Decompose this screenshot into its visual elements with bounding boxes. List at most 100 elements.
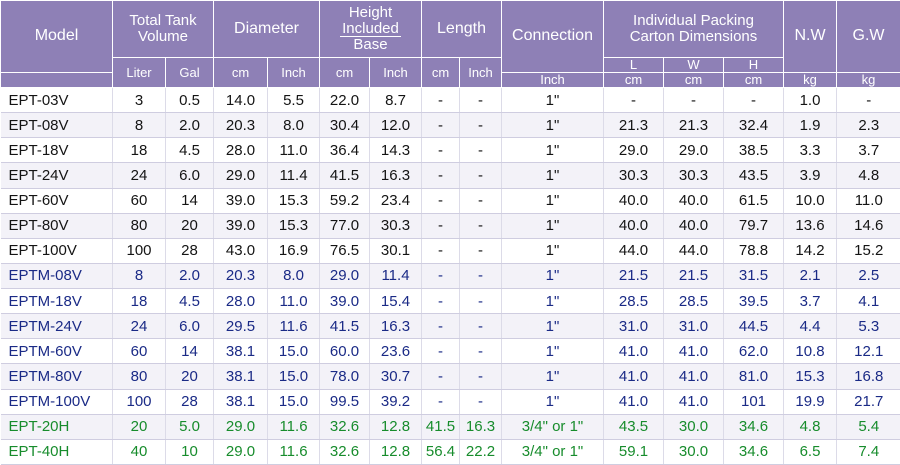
- cell-gal: 5.0: [165, 414, 214, 440]
- cell-gw: 14.6: [836, 213, 900, 239]
- header-gw: G.W: [836, 0, 900, 73]
- cell-pack-h: -: [723, 87, 784, 114]
- cell-height-cm: 30.4: [319, 112, 370, 139]
- cell-diameter-cm: 38.1: [213, 389, 268, 415]
- unit-pack-h-cm: cm: [723, 72, 784, 88]
- unit-model-blank: [0, 72, 113, 88]
- cell-diameter-cm: 39.0: [213, 188, 268, 214]
- table-row: EPT-100V 100 28 43.0 16.9 76.5 30.1- -1" 44.0 44.…: [0, 238, 900, 264]
- cell-gw: 11.0: [836, 188, 900, 214]
- cell-height-cm: 41.5: [319, 313, 370, 340]
- cell-diameter-cm: 29.0: [213, 162, 268, 189]
- cell-model: EPT-80V: [0, 213, 113, 239]
- cell-gw: 2.5: [836, 263, 900, 290]
- cell-liter: 8: [112, 112, 166, 139]
- cell-model: EPT-08V: [0, 112, 113, 139]
- table-row: EPT-08V 8 2.0 20.3 8.0 30.4 12.0- -1" 21.3 21.3 32…: [0, 112, 900, 139]
- cell-model: EPTM-60V: [0, 338, 113, 365]
- cell-gal: 14: [165, 338, 214, 365]
- cell-length-cm: -: [421, 188, 460, 214]
- header-connection: Connection: [501, 0, 604, 73]
- cell-length-cm: -: [421, 112, 460, 139]
- cell-diameter-cm: 14.0: [213, 87, 268, 114]
- cell-diameter-inch: 8.0: [267, 263, 320, 290]
- cell-height-inch: 11.4: [369, 263, 422, 290]
- cell-gw: 4.1: [836, 288, 900, 315]
- header-pack-w: W: [663, 57, 724, 73]
- cell-height-inch: 30.3: [369, 213, 422, 239]
- cell-diameter-inch: 16.9: [267, 238, 320, 264]
- cell-pack-l: 21.5: [603, 263, 664, 290]
- cell-length-inch: -: [459, 238, 502, 264]
- cell-pack-w: 30.0: [663, 439, 724, 465]
- cell-length-cm: -: [421, 263, 460, 290]
- unit-diameter-inch: Inch: [267, 57, 320, 88]
- cell-height-cm: 60.0: [319, 338, 370, 365]
- cell-gw: 15.2: [836, 238, 900, 264]
- cell-pack-h: 43.5: [723, 162, 784, 189]
- header-packing-line2: Carton Dimensions: [629, 28, 758, 45]
- cell-nw: 3.9: [783, 162, 837, 189]
- cell-height-cm: 77.0: [319, 213, 370, 239]
- cell-length-cm: -: [421, 288, 460, 315]
- cell-diameter-inch: 15.0: [267, 389, 320, 415]
- cell-height-cm: 76.5: [319, 238, 370, 264]
- cell-pack-h: 61.5: [723, 188, 784, 214]
- cell-height-cm: 36.4: [319, 137, 370, 164]
- header-nw: N.W: [783, 0, 837, 73]
- cell-pack-h: 78.8: [723, 238, 784, 264]
- cell-nw: 10.8: [783, 338, 837, 365]
- cell-pack-w: 28.5: [663, 288, 724, 315]
- cell-connection: 1": [501, 238, 604, 264]
- cell-gal: 6.0: [165, 313, 214, 340]
- cell-height-inch: 15.4: [369, 288, 422, 315]
- header-model: Model: [0, 0, 113, 73]
- cell-gal: 6.0: [165, 162, 214, 189]
- cell-diameter-cm: 20.3: [213, 112, 268, 139]
- cell-connection: 1": [501, 162, 604, 189]
- table-row: EPTM-100V 100 28 38.1 15.0 99.5 39.2- -1" 41.0 41…: [0, 389, 900, 415]
- cell-length-cm: -: [421, 389, 460, 415]
- cell-length-inch: -: [459, 162, 502, 189]
- cell-pack-w: 30.0: [663, 414, 724, 440]
- header-pack-h: H: [723, 57, 784, 73]
- cell-gw: 16.8: [836, 363, 900, 390]
- cell-pack-h: 38.5: [723, 137, 784, 164]
- cell-pack-l: 28.5: [603, 288, 664, 315]
- cell-nw: 2.1: [783, 263, 837, 290]
- header-pack-l: L: [603, 57, 664, 73]
- cell-liter: 24: [112, 162, 166, 189]
- table-row: EPTM-08V 8 2.0 20.3 8.0 29.0 11.4- -1" 21.5 21.5 3…: [0, 263, 900, 290]
- cell-length-inch: -: [459, 313, 502, 340]
- cell-pack-l: 31.0: [603, 313, 664, 340]
- cell-gw: 5.4: [836, 414, 900, 440]
- header-height-line1: Height: [348, 3, 393, 21]
- cell-connection: 3/4" or 1": [501, 414, 604, 440]
- cell-diameter-inch: 11.4: [267, 162, 320, 189]
- cell-model: EPT-40H: [0, 439, 113, 465]
- cell-gw: -: [836, 87, 900, 114]
- cell-model: EPTM-100V: [0, 389, 113, 415]
- unit-height-inch: Inch: [369, 57, 422, 88]
- cell-pack-l: 29.0: [603, 137, 664, 164]
- cell-length-inch: -: [459, 137, 502, 164]
- cell-connection: 1": [501, 213, 604, 239]
- cell-pack-h: 39.5: [723, 288, 784, 315]
- cell-height-cm: 32.6: [319, 414, 370, 440]
- cell-diameter-cm: 38.1: [213, 338, 268, 365]
- cell-liter: 60: [112, 188, 166, 214]
- table-row: EPTM-24V 24 6.0 29.5 11.6 41.5 16.3- -1" 31.0 31.…: [0, 313, 900, 340]
- cell-liter: 20: [112, 414, 166, 440]
- cell-pack-h: 32.4: [723, 112, 784, 139]
- table-row: EPT-03V 3 0.5 14.0 5.5 22.0 8.7- -1" - - -1.0-: [0, 87, 900, 114]
- cell-gal: 4.5: [165, 288, 214, 315]
- unit-connection-inch: Inch: [501, 72, 604, 88]
- cell-liter: 18: [112, 137, 166, 164]
- cell-pack-l: 40.0: [603, 213, 664, 239]
- cell-gw: 5.3: [836, 313, 900, 340]
- header-packing: Individual Packing Carton Dimensions: [603, 0, 784, 58]
- cell-pack-l: -: [603, 87, 664, 114]
- header-height: Height Included Base: [319, 0, 422, 58]
- cell-model: EPT-20H: [0, 414, 113, 440]
- cell-liter: 80: [112, 213, 166, 239]
